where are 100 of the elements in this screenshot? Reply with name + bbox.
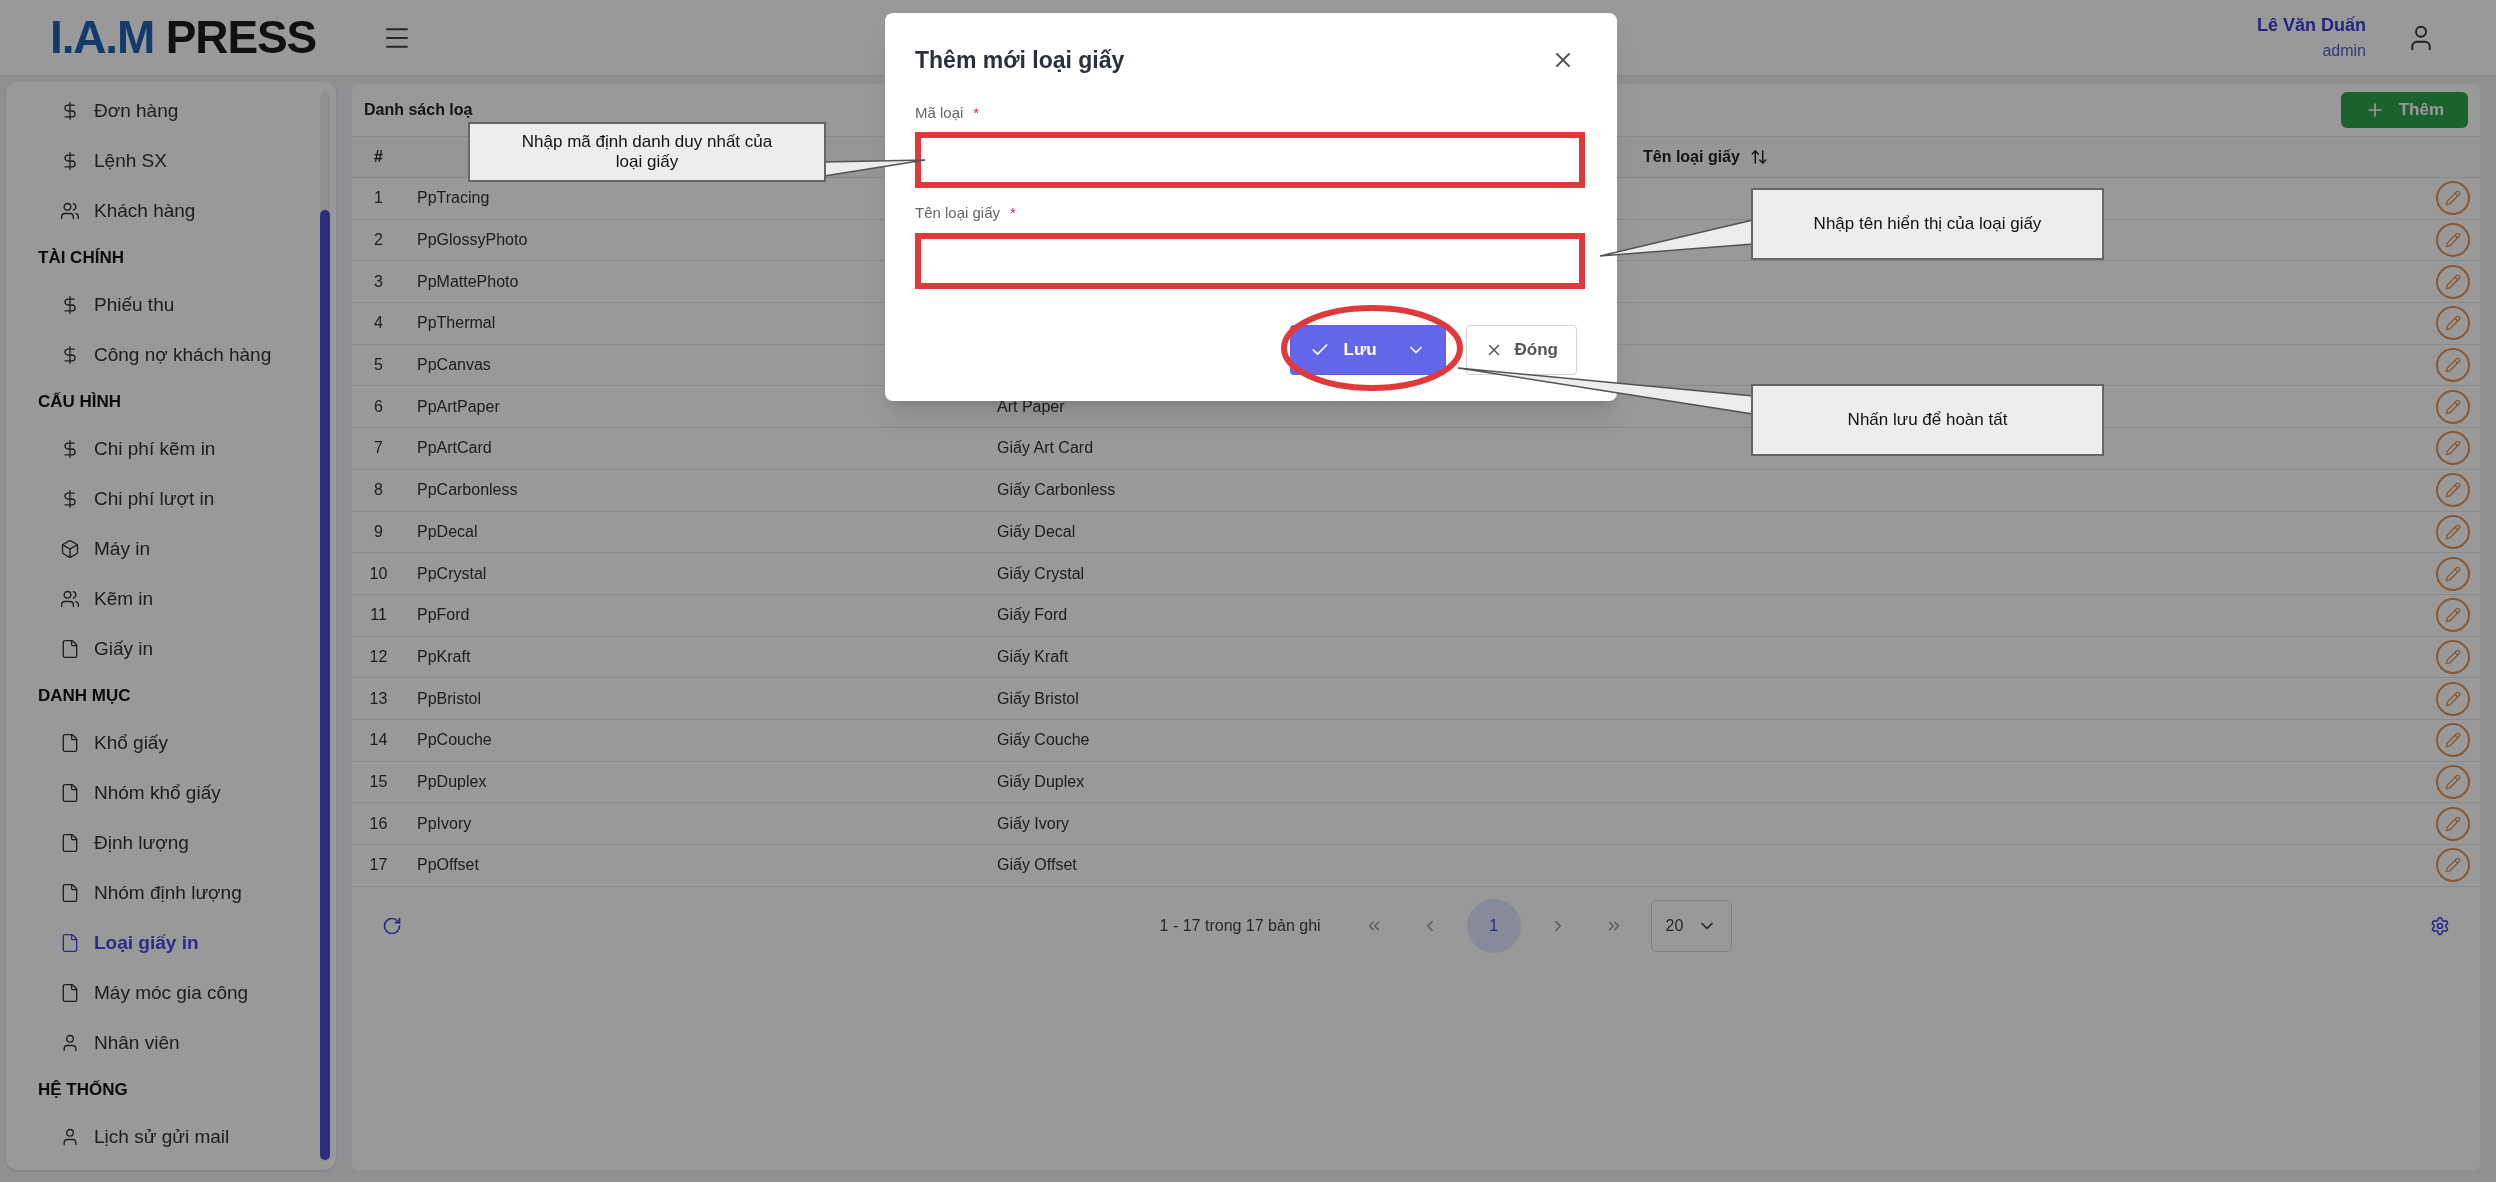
pencil-icon: [2444, 648, 2461, 665]
edit-button[interactable]: [2435, 556, 2470, 591]
table-cell-text: 12: [368, 646, 389, 667]
edit-button[interactable]: [2435, 264, 2470, 299]
file-icon: [60, 983, 80, 1003]
pencil-icon: [2444, 815, 2461, 832]
sidebar-item[interactable]: Nhân viên: [6, 1018, 336, 1068]
section-heading: TÀI CHÍNH: [37, 247, 125, 270]
table-cell-text: 17: [368, 855, 389, 876]
sidebar-item[interactable]: Định lượng: [6, 818, 336, 868]
table-title: Danh sách loạ: [364, 100, 473, 120]
table-cell-text: 10: [368, 563, 389, 584]
table-cell: Giấy Ivory: [997, 814, 1069, 832]
file-icon: [60, 833, 80, 853]
sidebar-item[interactable]: Kẽm in: [6, 574, 336, 624]
table-cell-text: 8: [373, 480, 384, 501]
edit-button[interactable]: [2435, 681, 2470, 716]
sidebar-item[interactable]: Khổ giấy: [6, 718, 336, 768]
sidebar-item[interactable]: Lịch sử gửi mail: [6, 1112, 336, 1162]
edit-button[interactable]: [2435, 764, 2470, 799]
edit-button[interactable]: [2435, 431, 2470, 466]
field-label: Tên loại giấy: [915, 203, 1001, 223]
edit-button[interactable]: [2435, 723, 2470, 758]
sidebar-item[interactable]: Phiếu thu: [6, 280, 336, 330]
pencil-icon: [2444, 690, 2461, 707]
save-button[interactable]: Lưu: [1289, 324, 1446, 375]
logo: I.A.M PRESS: [50, 10, 316, 65]
pencil-icon: [2444, 607, 2461, 624]
sidebar-item[interactable]: Đơn hàng: [6, 86, 336, 136]
table-cell-text: 14: [368, 730, 389, 751]
table-cell-text: PpMattePhoto: [416, 271, 520, 292]
pencil-icon: [2444, 732, 2461, 749]
sidebar-item[interactable]: Khách hàng: [6, 186, 336, 236]
edit-button[interactable]: [2435, 598, 2470, 633]
sidebar-item[interactable]: Chi phí lượt in: [6, 474, 336, 524]
pencil-icon: [2444, 315, 2461, 332]
sidebar-item[interactable]: Máy móc gia công: [6, 968, 336, 1018]
pencil-icon: [2444, 273, 2461, 290]
sidebar-item[interactable]: Loại giấy in: [6, 918, 336, 968]
settings-icon[interactable]: [2430, 915, 2450, 936]
callout: Nhấn lưu để hoàn tất: [1751, 384, 2104, 456]
sidebar-item[interactable]: Giấy in: [6, 624, 336, 674]
callout: Nhập mã định danh duy nhất của loại giấy: [468, 122, 826, 182]
table-cell-text: PpIvory: [416, 813, 473, 834]
edit-button[interactable]: [2435, 806, 2470, 841]
edit-button[interactable]: [2435, 389, 2470, 424]
section-heading: CẤU HÌNH: [37, 391, 123, 414]
sidebar-item[interactable]: Nhóm định lượng: [6, 868, 336, 918]
file-icon: [60, 883, 80, 903]
pencil-icon: [2444, 857, 2461, 874]
table-cell-text: PpKraft: [416, 646, 472, 667]
user-role: admin: [2322, 41, 2366, 61]
users-icon: [60, 201, 80, 221]
table-cell-text: 15: [368, 771, 389, 792]
edit-button[interactable]: [2435, 639, 2470, 674]
edit-button[interactable]: [2435, 348, 2470, 383]
table-cell: Giấy Kraft: [997, 647, 1069, 665]
sidebar-item[interactable]: Máy in: [6, 524, 336, 574]
table-cell-text: PpCanvas: [416, 355, 492, 376]
section-heading: HỆ THỐNG: [37, 1079, 129, 1102]
column-header[interactable]: Tên loại giấy: [1643, 145, 1740, 169]
pencil-icon: [2444, 232, 2461, 249]
table-cell-text: PpGlossyPhoto: [416, 230, 529, 251]
table-cell-text: 5: [373, 355, 384, 376]
table-cell-text: 16: [368, 813, 389, 834]
table-cell-text: 6: [373, 396, 384, 417]
input-field[interactable]: [915, 232, 1585, 289]
sort-icon[interactable]: [1749, 148, 1768, 166]
edit-button[interactable]: [2435, 306, 2470, 341]
table-cell-text: PpTracing: [416, 188, 491, 209]
column-header: #: [373, 147, 384, 167]
edit-button[interactable]: [2435, 223, 2470, 258]
table-cell-text: PpArtCard: [416, 438, 493, 459]
table-cell: Giấy Couche: [997, 731, 1090, 749]
table-cell-text: 13: [368, 688, 389, 709]
pencil-icon: [2444, 523, 2461, 540]
sidebar-item[interactable]: Chi phí kẽm in: [6, 424, 336, 474]
edit-button[interactable]: [2435, 848, 2470, 883]
table-cell-text: 1: [373, 188, 384, 209]
refresh-icon[interactable]: [382, 915, 402, 936]
table-cell-text: 11: [369, 605, 388, 626]
sidebar-item[interactable]: Công nợ khách hàng: [6, 330, 336, 380]
file-icon: [60, 639, 80, 659]
sidebar-item[interactable]: Nhóm khổ giấy: [6, 768, 336, 818]
edit-button[interactable]: [2435, 473, 2470, 508]
edit-button[interactable]: [2435, 181, 2470, 216]
table-cell-text: PpFord: [416, 605, 471, 626]
file-icon: [60, 783, 80, 803]
pencil-icon: [2444, 565, 2461, 582]
page-button[interactable]: 1: [1466, 898, 1521, 953]
table-cell: Art Paper: [997, 397, 1065, 415]
table-cell-text: PpBristol: [416, 688, 483, 709]
edit-button[interactable]: [2435, 514, 2470, 549]
sidebar-item[interactable]: Lệnh SX: [6, 136, 336, 186]
table-cell-text: PpCarbonless: [416, 480, 519, 501]
page-size-select[interactable]: 20: [1650, 899, 1733, 952]
required-mark: *: [973, 102, 980, 123]
section-heading: DANH MỤC: [37, 685, 132, 708]
input-field[interactable]: [915, 132, 1585, 188]
required-mark: *: [1010, 203, 1016, 223]
